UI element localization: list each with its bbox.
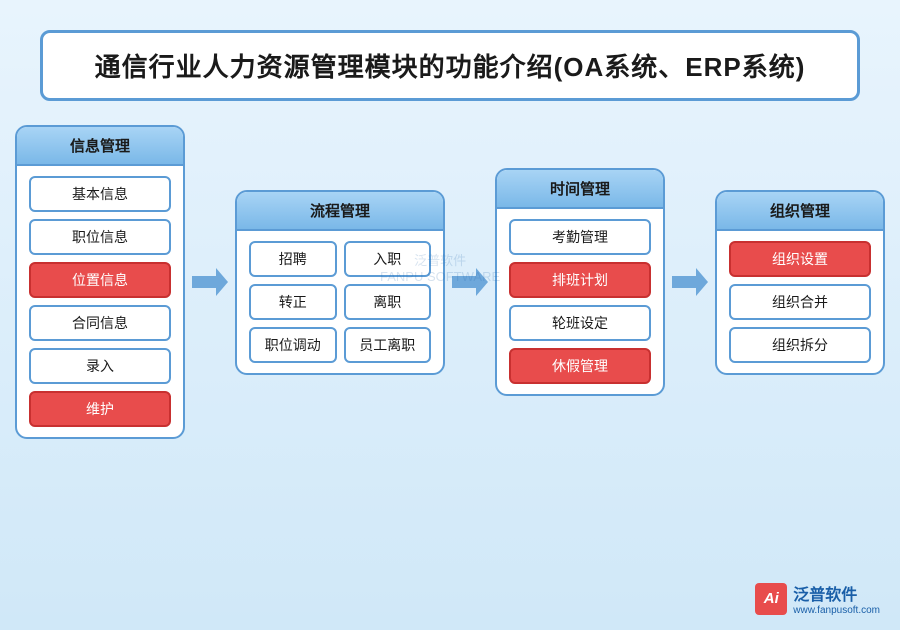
card-process-header: 流程管理 [237, 192, 443, 231]
card-process: 流程管理 招聘 入职 转正 离职 职位调动 员工离职 [235, 190, 445, 375]
card-info: 信息管理 基本信息 职位信息 位置信息 合同信息 录入 维护 [15, 125, 185, 439]
card-time-body: 考勤管理 排班计划 轮班设定 休假管理 [497, 209, 663, 394]
list-item: 组织拆分 [729, 327, 871, 363]
list-item: 位置信息 [29, 262, 171, 298]
list-item: 录入 [29, 348, 171, 384]
list-item: 离职 [344, 284, 432, 320]
card-time-header: 时间管理 [497, 170, 663, 209]
card-info-header: 信息管理 [17, 127, 183, 166]
logo: Ai 泛普软件 www.fanpusoft.com [755, 581, 880, 616]
list-item: 合同信息 [29, 305, 171, 341]
logo-text: 泛普软件 www.fanpusoft.com [793, 581, 880, 616]
list-item: 员工离职 [344, 327, 432, 363]
card-org-header: 组织管理 [717, 192, 883, 231]
card-org: 组织管理 组织设置 组织合并 组织拆分 [715, 190, 885, 375]
card-process-body: 招聘 入职 转正 离职 职位调动 员工离职 [237, 231, 443, 373]
card-info-body: 基本信息 职位信息 位置信息 合同信息 录入 维护 [17, 166, 183, 437]
title-box: 通信行业人力资源管理模块的功能介绍(OA系统、ERP系统) [40, 30, 860, 101]
list-item: 轮班设定 [509, 305, 651, 341]
arrow-1 [185, 260, 235, 304]
card-org-body: 组织设置 组织合并 组织拆分 [717, 231, 883, 373]
logo-icon: Ai [755, 583, 787, 615]
arrow-icon [668, 260, 712, 304]
arrow-icon [448, 260, 492, 304]
logo-main-text: 泛普软件 [793, 581, 880, 605]
list-item: 职位信息 [29, 219, 171, 255]
list-item: 休假管理 [509, 348, 651, 384]
list-item: 考勤管理 [509, 219, 651, 255]
list-item: 入职 [344, 241, 432, 277]
list-item: 转正 [249, 284, 337, 320]
arrow-icon [188, 260, 232, 304]
list-item: 组织设置 [729, 241, 871, 277]
list-item: 职位调动 [249, 327, 337, 363]
list-item: 排班计划 [509, 262, 651, 298]
list-item: 维护 [29, 391, 171, 427]
logo-sub-text: www.fanpusoft.com [793, 605, 880, 616]
list-item: 招聘 [249, 241, 337, 277]
list-item: 组织合并 [729, 284, 871, 320]
arrow-2 [445, 260, 495, 304]
arrow-3 [665, 260, 715, 304]
list-item: 基本信息 [29, 176, 171, 212]
main-flow: 信息管理 基本信息 职位信息 位置信息 合同信息 录入 维护 流程管理 招聘 入… [15, 125, 885, 439]
card-time: 时间管理 考勤管理 排班计划 轮班设定 休假管理 [495, 168, 665, 396]
page-title: 通信行业人力资源管理模块的功能介绍(OA系统、ERP系统) [63, 47, 837, 84]
